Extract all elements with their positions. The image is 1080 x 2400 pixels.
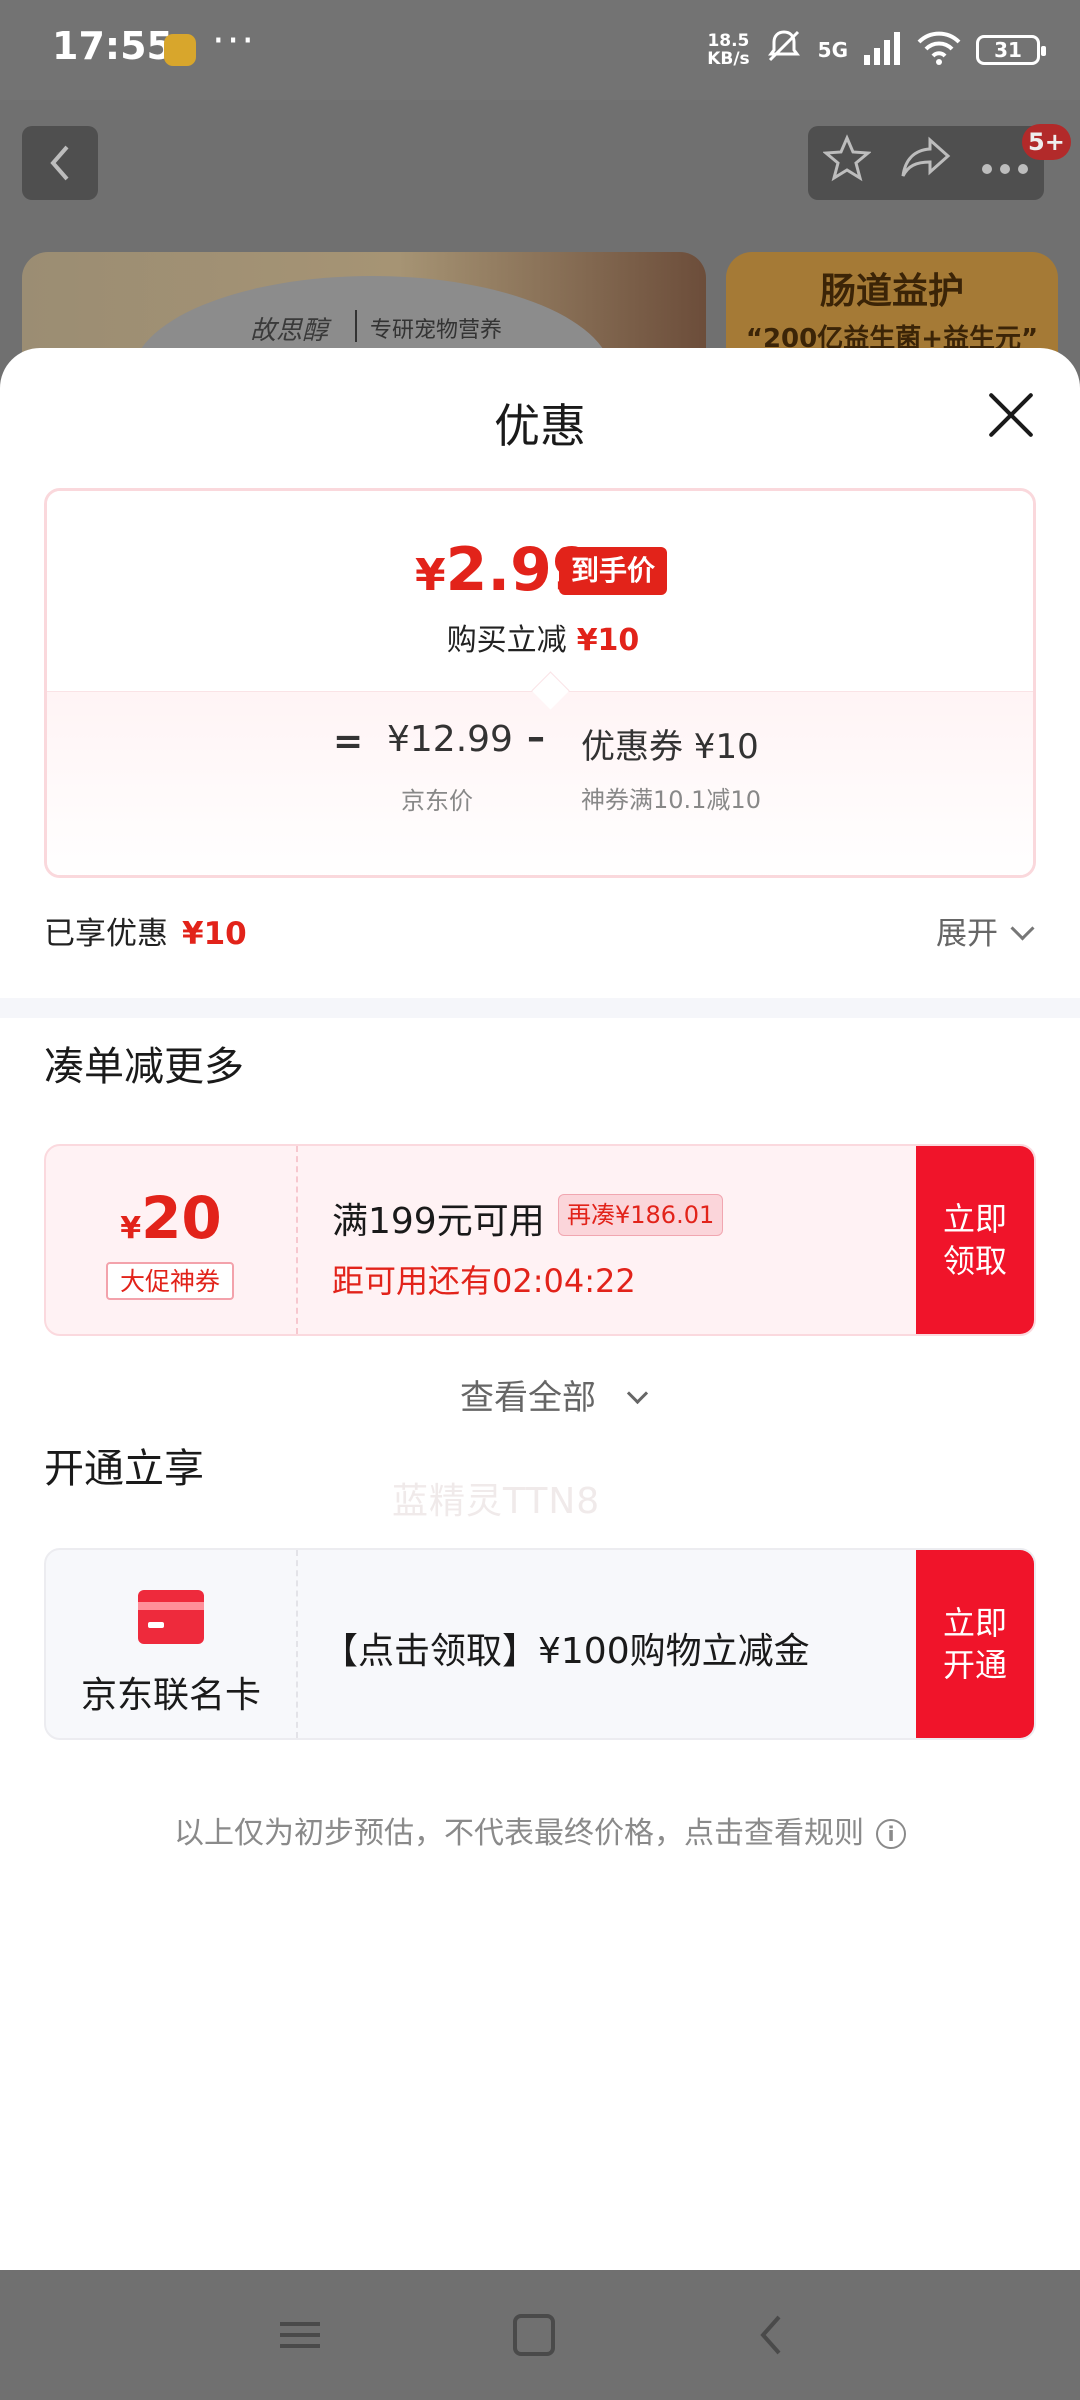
favorite-button[interactable] [821,134,872,192]
enjoyed-discount: 已享优惠 ¥10 [44,916,247,952]
battery-icon: 31 [976,35,1046,65]
watermark: 蓝精灵TTN8 [392,1481,601,1522]
coupon-amount: 优惠券 ¥10 [581,727,759,767]
system-nav-bar [0,2270,1080,2400]
chevron-down-icon[interactable] [1010,916,1035,941]
network-type: 5G [817,38,848,62]
close-icon[interactable] [988,392,1034,438]
sheet-title: 优惠 [494,399,586,453]
app-notification-icon [164,34,196,66]
coupon-threshold: 满199元可用 [332,1201,545,1242]
top-action-bar [808,126,1044,200]
claim-coupon-button[interactable]: 立即领取 [916,1146,1034,1334]
status-bar: 17:55 ··· 18.5 KB/s 5G 31 [0,0,1080,100]
rules-disclaimer[interactable]: 以上仅为初步预估，不代表最终价格，点击查看规则 i [0,1808,1080,1852]
brand-tagline: 专研宠物营养 [370,318,503,343]
status-right-group: 18.5 KB/s 5G 31 [707,26,1046,74]
brand-logo: 故思醇 [250,316,329,346]
jd-price-label: 京东价 [401,787,473,815]
jd-price: ¥12.99 [387,719,513,760]
coupon-countdown: 距可用还有02:04:22 [332,1262,636,1300]
final-price-tag: 到手价 [559,547,668,595]
coupon-value: ¥20 [120,1184,222,1252]
coupon-type-tag: 大促神券 [106,1262,234,1300]
view-all-button[interactable]: 查看全部 [0,1370,1080,1419]
equals-sign: = [333,721,364,762]
signal-icon [862,31,902,69]
co-branded-card-offer: 京东联名卡 【点击领取】¥100购物立减金 立即开通 [44,1548,1036,1740]
mute-icon [764,26,804,74]
coupon-need-more: 再凑¥186.01 [558,1194,724,1236]
share-icon [901,136,951,177]
back-nav-icon[interactable] [710,2270,830,2400]
network-speed: 18.5 KB/s [707,31,750,69]
card-offer-text: 【点击领取】¥100购物立减金 [322,1631,810,1672]
open-card-button[interactable]: 立即开通 [916,1550,1034,1738]
discount-sheet: 优惠 ¥2.99 到手价 购买立减 ¥10 = ¥12.99 京东价 – 优惠券 … [0,348,1080,2270]
wifi-icon [916,30,962,70]
info-icon[interactable]: i [876,1819,906,1849]
home-nav-icon[interactable] [474,2270,594,2400]
card-icon [138,1590,204,1644]
message-badge: 5+ [1022,124,1071,160]
back-icon [50,145,69,181]
coupon-card: ¥20 大促神券 满199元可用 再凑¥186.01 距可用还有02:04:22… [44,1144,1036,1336]
combine-section-title: 凑单减更多 [44,1044,244,1090]
open-section-title: 开通立享 [44,1446,204,1492]
promo-title: 肠道益护 [819,271,964,312]
expand-button[interactable]: 展开 [936,908,998,953]
price-breakdown-card: ¥2.99 到手价 购买立减 ¥10 = ¥12.99 京东价 – 优惠券 ¥10… [44,488,1036,878]
more-icon [982,164,1029,174]
minus-sign: – [527,717,545,758]
share-button[interactable] [900,136,952,190]
card-name: 京东联名卡 [80,1675,261,1716]
menu-nav-icon[interactable] [240,2270,360,2400]
section-divider [0,998,1080,1018]
star-icon [821,134,872,182]
status-time: 17:55 [52,24,173,68]
back-button[interactable] [22,126,98,200]
status-more-indicator: ··· [212,18,257,64]
instant-reduce: 购买立减 ¥10 [446,623,640,658]
coupon-description: 神券满10.1减10 [581,786,761,814]
